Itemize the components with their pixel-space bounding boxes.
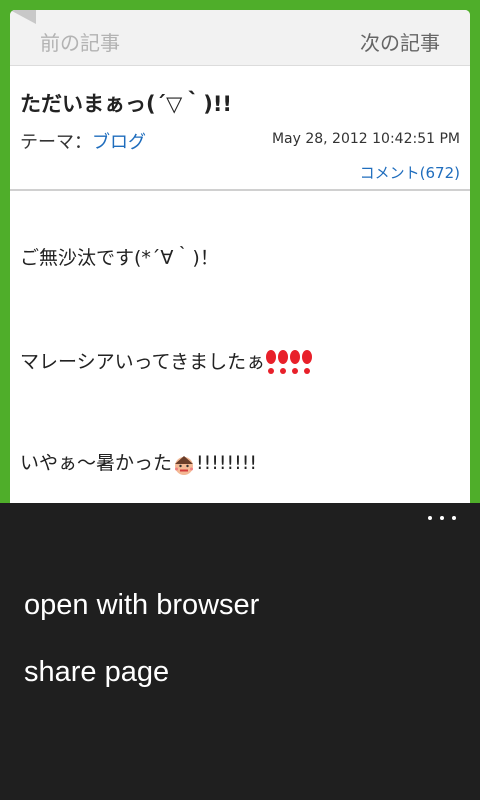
previous-article-button[interactable]: 前の記事 <box>40 27 120 56</box>
article-paragraph: いやぁ～暑かった !!!!!!!! <box>20 448 257 476</box>
share-page-menu-item[interactable]: share page <box>24 656 169 689</box>
article-title: ただいまぁっ(´▽｀)!! <box>20 92 232 116</box>
app-bar-menu: open with browser share page <box>0 503 480 800</box>
next-article-button[interactable]: 次の記事 <box>360 27 440 56</box>
open-with-browser-menu-item[interactable]: open with browser <box>24 589 259 622</box>
article-nav-bar: 前の記事 次の記事 <box>10 10 470 66</box>
theme-label: テーマ： <box>20 132 92 153</box>
article-paragraph: ご無沙汰です(*´∀｀)！ <box>20 243 219 270</box>
header-divider <box>10 189 470 191</box>
sweating-face-emoji-icon <box>175 455 194 475</box>
paragraph-text: ご無沙汰です(*´∀｀)！ <box>20 247 219 269</box>
exclamation-text: !!!!!!!! <box>196 452 257 474</box>
exclamation-emoji-icon <box>266 349 313 374</box>
article-paragraph: マレーシアいってきましたぁ <box>20 347 315 377</box>
comments-link[interactable]: コメント(672) <box>360 162 460 183</box>
article-timestamp: May 28, 2012 10:42:51 PM <box>271 131 460 147</box>
theme-link[interactable]: ブログ <box>92 132 146 153</box>
article-theme: テーマ：ブログ <box>20 128 146 154</box>
paragraph-text: いやぁ～暑かった <box>20 452 173 474</box>
paragraph-text: マレーシアいってきましたぁ <box>20 351 266 373</box>
more-options-icon[interactable] <box>428 511 456 525</box>
article-card: 前の記事 次の記事 ただいまぁっ(´▽｀)!! テーマ：ブログ May 28, … <box>10 10 470 503</box>
corner-fold-icon <box>10 10 36 24</box>
